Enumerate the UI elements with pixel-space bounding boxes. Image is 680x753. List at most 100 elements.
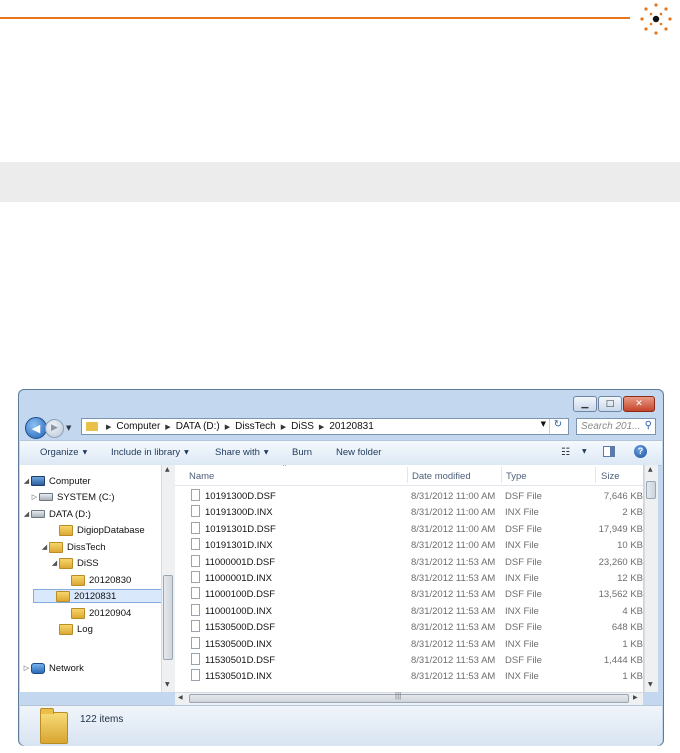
- scroll-down-icon[interactable]: ▼: [648, 681, 653, 688]
- scroll-right-icon[interactable]: ▶: [633, 694, 638, 701]
- breadcrumb-20120831[interactable]: 20120831: [329, 421, 374, 432]
- search-icon[interactable]: ⚲: [645, 420, 652, 431]
- address-bar[interactable]: ▶ Computer ▶ DATA (D:) ▶ DissTech ▶ DiSS…: [81, 418, 569, 435]
- file-list-scrollbar[interactable]: ▲ ▼: [644, 465, 658, 692]
- tree-item[interactable]: ◢ Computer: [22, 474, 91, 488]
- tree-expander-icon[interactable]: ◢: [40, 543, 49, 551]
- navigation-pane: ◢ Computer ▷ SYSTEM (C:) ◢ DATA (D:) DigiopDat…: [20, 465, 163, 692]
- forward-button[interactable]: ▶: [45, 418, 64, 438]
- network-icon: [31, 662, 45, 674]
- folder-icon: [71, 574, 85, 586]
- folder-icon: [56, 590, 70, 602]
- tree-expander-icon[interactable]: ◢: [22, 477, 31, 485]
- tree-item[interactable]: 20120830: [62, 573, 131, 587]
- tree-item[interactable]: ▷ SYSTEM (C:): [30, 490, 115, 504]
- help-icon[interactable]: ?: [634, 445, 647, 458]
- include-in-library-button[interactable]: Include in library ▼: [111, 447, 189, 458]
- tree-expander-icon[interactable]: ◢: [50, 559, 59, 567]
- tree-item[interactable]: 20120831: [33, 589, 163, 603]
- chevron-right-icon[interactable]: ▶: [165, 423, 170, 431]
- file-row[interactable]: 10191301D.DSF 8/31/2012 11:00 AM DSF File 1…: [175, 521, 643, 537]
- change-view-icon[interactable]: ☷: [561, 447, 570, 458]
- tree-item[interactable]: ◢ DiSS: [50, 556, 99, 570]
- file-type: DSF File: [505, 491, 542, 502]
- organize-button[interactable]: Organize ▼: [40, 447, 87, 458]
- chevron-right-icon[interactable]: ▶: [319, 423, 324, 431]
- scroll-thumb[interactable]: [189, 694, 629, 703]
- file-row[interactable]: 10191300D.INX 8/31/2012 11:00 AM INX File 2…: [175, 504, 643, 520]
- scroll-up-icon[interactable]: ▲: [648, 466, 653, 473]
- chevron-right-icon[interactable]: ▶: [106, 423, 111, 431]
- search-placeholder: Search 201...: [581, 421, 641, 432]
- file-name: 10191301D.DSF: [205, 523, 276, 535]
- column-date-modified[interactable]: Date modified: [412, 471, 471, 482]
- tree-expander-icon[interactable]: ◢: [22, 510, 31, 518]
- address-dropdown-icon[interactable]: ▼: [541, 420, 546, 428]
- share-with-button[interactable]: Share with ▼: [215, 447, 269, 458]
- file-row[interactable]: 11000100D.DSF 8/31/2012 11:53 AM DSF File 1…: [175, 586, 643, 602]
- burn-button[interactable]: Burn: [292, 447, 312, 458]
- tree-item[interactable]: 20120904: [62, 606, 131, 620]
- file-row[interactable]: 11530500D.INX 8/31/2012 11:53 AM INX File 1…: [175, 636, 643, 652]
- file-row[interactable]: 11000001D.INX 8/31/2012 11:53 AM INX File 1…: [175, 570, 643, 586]
- maximize-button[interactable]: □: [598, 396, 622, 412]
- column-size[interactable]: Size: [601, 471, 619, 482]
- file-date-modified: 8/31/2012 11:00 AM: [411, 491, 496, 502]
- tree-item[interactable]: DigiopDatabase: [50, 523, 145, 537]
- file-date-modified: 8/31/2012 11:53 AM: [411, 605, 496, 617]
- column-type[interactable]: Type: [506, 471, 527, 482]
- file-row[interactable]: 11530501D.INX 8/31/2012 11:53 AM INX File 1…: [175, 668, 643, 684]
- minimize-button[interactable]: ▁: [573, 396, 597, 412]
- file-icon: [191, 653, 200, 665]
- file-row[interactable]: 10191301D.INX 8/31/2012 11:00 AM INX File 1…: [175, 537, 643, 553]
- tree-item-label: Log: [77, 623, 93, 635]
- file-row[interactable]: 11000001D.DSF 8/31/2012 11:53 AM DSF File 2…: [175, 554, 643, 570]
- recent-pages-dropdown-icon[interactable]: ▼: [66, 424, 71, 432]
- file-row[interactable]: 11000100D.INX 8/31/2012 11:53 AM INX File 4…: [175, 603, 643, 619]
- scroll-thumb[interactable]: [646, 481, 656, 499]
- tree-expander-icon[interactable]: ▷: [30, 493, 39, 501]
- scroll-down-icon[interactable]: ▼: [165, 681, 170, 688]
- tree-item-label: SYSTEM (C:): [57, 491, 115, 503]
- scroll-up-icon[interactable]: ▲: [165, 466, 170, 473]
- column-name[interactable]: Name: [189, 471, 214, 482]
- file-size: 1 KB: [622, 671, 643, 683]
- close-button[interactable]: ✕: [623, 396, 655, 412]
- tree-item[interactable]: ◢ DATA (D:): [22, 507, 91, 521]
- scroll-thumb[interactable]: [163, 575, 173, 660]
- column-divider[interactable]: [501, 467, 502, 483]
- breadcrumb-data[interactable]: DATA (D:): [176, 421, 220, 432]
- breadcrumb-disstech[interactable]: DissTech: [235, 421, 276, 432]
- folder-icon: [71, 607, 85, 619]
- chevron-right-icon[interactable]: ▶: [281, 423, 286, 431]
- tree-expander-icon[interactable]: ▷: [22, 664, 31, 672]
- file-icon: [191, 505, 200, 518]
- file-type: DSF File: [505, 622, 542, 634]
- navigation-scrollbar[interactable]: ▲ ▼: [161, 465, 175, 692]
- breadcrumb-diss[interactable]: DiSS: [291, 421, 314, 432]
- scroll-left-icon[interactable]: ◀: [178, 694, 183, 701]
- view-dropdown-icon[interactable]: ▼: [582, 448, 587, 455]
- sort-ascending-icon: ^: [282, 465, 288, 471]
- file-date-modified: 8/31/2012 11:53 AM: [411, 589, 496, 601]
- file-row[interactable]: 10191300D.DSF 8/31/2012 11:00 AM DSF File 7…: [175, 488, 643, 504]
- breadcrumb-computer[interactable]: Computer: [116, 421, 160, 432]
- file-type: DSF File: [505, 655, 542, 666]
- horizontal-scrollbar[interactable]: ◀ ||| ▶: [175, 691, 643, 705]
- search-input[interactable]: Search 201... ⚲: [576, 418, 656, 435]
- column-divider[interactable]: [407, 467, 408, 483]
- back-button[interactable]: ◀: [25, 417, 47, 439]
- column-divider[interactable]: [595, 467, 596, 483]
- file-icon: [191, 603, 200, 616]
- file-size: 2 KB: [622, 507, 643, 519]
- tree-item[interactable]: ▷ Network: [22, 661, 84, 675]
- file-icon: [191, 489, 200, 501]
- chevron-right-icon[interactable]: ▶: [225, 423, 230, 431]
- new-folder-button[interactable]: New folder: [336, 447, 381, 458]
- preview-pane-icon[interactable]: [603, 446, 615, 457]
- tree-item[interactable]: ◢ DissTech: [40, 540, 106, 554]
- file-row[interactable]: 11530501D.DSF 8/31/2012 11:53 AM DSF File 1…: [175, 652, 643, 668]
- refresh-icon[interactable]: ↻: [549, 419, 566, 434]
- tree-item[interactable]: Log: [50, 622, 93, 636]
- file-row[interactable]: 11530500D.DSF 8/31/2012 11:53 AM DSF File 6…: [175, 619, 643, 635]
